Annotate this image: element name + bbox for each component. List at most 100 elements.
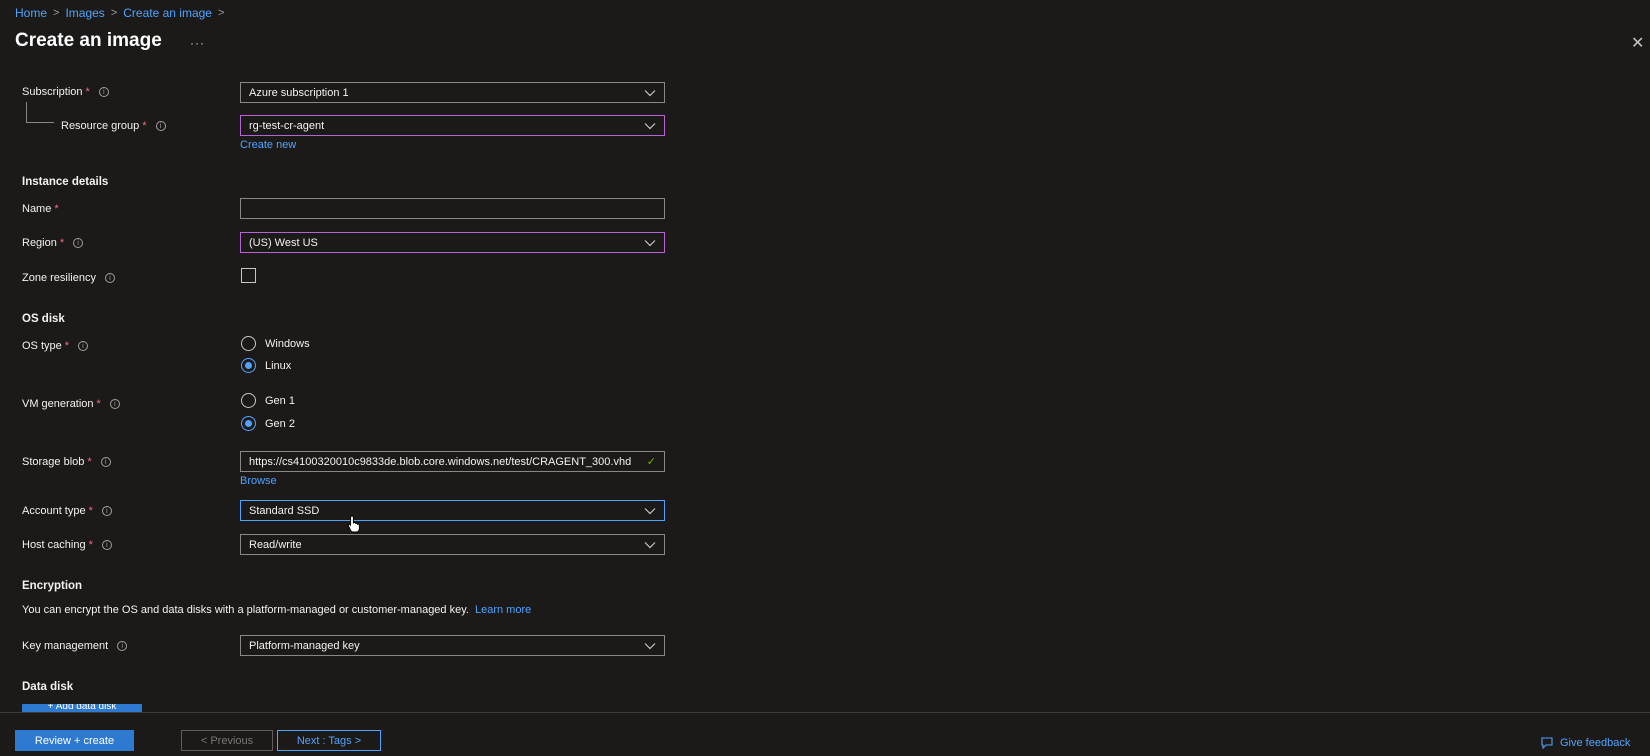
info-icon[interactable]: i bbox=[73, 238, 84, 248]
resource-group-label: Resource group * i bbox=[61, 120, 166, 132]
account-type-value: Standard SSD bbox=[249, 504, 320, 517]
info-icon[interactable]: i bbox=[101, 506, 112, 516]
info-icon[interactable]: i bbox=[117, 641, 128, 651]
breadcrumb-home[interactable]: Home bbox=[15, 6, 47, 20]
required-marker: * bbox=[64, 340, 70, 352]
review-create-button[interactable]: Review + create bbox=[15, 730, 134, 751]
subscription-label: Subscription * i bbox=[22, 86, 109, 98]
key-management-dropdown[interactable]: Platform-managed key bbox=[240, 635, 665, 656]
info-icon[interactable]: i bbox=[98, 87, 109, 97]
zone-resiliency-label: Zone resiliency i bbox=[22, 272, 115, 284]
region-dropdown[interactable]: (US) West US bbox=[240, 232, 665, 253]
previous-button[interactable]: < Previous bbox=[181, 730, 273, 751]
required-marker: * bbox=[88, 539, 93, 551]
storage-blob-input[interactable]: https://cs4100320010c9833de.blob.core.wi… bbox=[240, 451, 665, 472]
info-icon[interactable]: i bbox=[101, 540, 112, 550]
give-feedback-link[interactable]: Give feedback bbox=[1540, 737, 1630, 749]
encryption-description-text: You can encrypt the OS and data disks wi… bbox=[22, 604, 469, 616]
vm-gen2-radio[interactable]: Gen 2 bbox=[241, 416, 295, 431]
name-label: Name * bbox=[22, 203, 59, 215]
subscription-label-text: Subscription bbox=[22, 86, 83, 98]
info-icon[interactable]: i bbox=[78, 341, 89, 351]
radio-circle-selected[interactable] bbox=[241, 358, 256, 373]
more-options-icon[interactable]: ··· bbox=[190, 36, 205, 50]
radio-label: Windows bbox=[265, 337, 310, 350]
info-icon[interactable]: i bbox=[100, 457, 111, 467]
name-input[interactable] bbox=[240, 198, 665, 219]
key-management-label-text: Key management bbox=[22, 640, 109, 652]
chevron-down-icon bbox=[644, 640, 656, 652]
browse-link[interactable]: Browse bbox=[240, 475, 277, 487]
required-marker: * bbox=[88, 505, 93, 517]
checkmark-icon: ✓ bbox=[646, 456, 656, 468]
create-new-link[interactable]: Create new bbox=[240, 139, 296, 151]
feedback-icon bbox=[1541, 737, 1553, 749]
name-label-text: Name bbox=[22, 203, 52, 215]
os-type-label-text: OS type bbox=[22, 340, 62, 352]
info-icon[interactable]: i bbox=[155, 121, 166, 131]
chevron-down-icon bbox=[644, 120, 656, 132]
region-label: Region * i bbox=[22, 237, 84, 249]
radio-circle-selected[interactable] bbox=[241, 416, 256, 431]
tree-connector-line bbox=[26, 102, 54, 123]
host-caching-label-text: Host caching bbox=[22, 539, 86, 551]
required-marker: * bbox=[54, 203, 59, 215]
radio-label: Linux bbox=[265, 359, 292, 372]
chevron-down-icon bbox=[644, 539, 656, 551]
resource-group-label-text: Resource group bbox=[61, 120, 140, 132]
chevron-down-icon bbox=[644, 505, 656, 517]
os-type-linux-radio[interactable]: Linux bbox=[241, 358, 291, 373]
vm-generation-label-text: VM generation bbox=[22, 398, 94, 410]
chevron-down-icon bbox=[644, 87, 656, 99]
required-marker: * bbox=[142, 120, 147, 132]
close-icon[interactable]: ✕ bbox=[1631, 33, 1644, 53]
storage-blob-label-text: Storage blob bbox=[22, 456, 85, 468]
chevron-right-icon: > bbox=[110, 7, 118, 19]
chevron-down-icon bbox=[644, 237, 656, 249]
zone-resiliency-checkbox[interactable] bbox=[241, 268, 256, 283]
region-value: (US) West US bbox=[249, 236, 318, 249]
vm-generation-label: VM generation * i bbox=[22, 398, 120, 410]
account-type-dropdown[interactable]: Standard SSD bbox=[240, 500, 665, 521]
host-caching-value: Read/write bbox=[249, 538, 302, 551]
vm-gen1-radio[interactable]: Gen 1 bbox=[241, 393, 295, 408]
os-type-label: OS type * i bbox=[22, 340, 89, 352]
os-type-windows-radio[interactable]: Windows bbox=[241, 336, 310, 351]
os-disk-heading: OS disk bbox=[22, 313, 65, 325]
region-label-text: Region bbox=[22, 237, 57, 249]
required-marker: * bbox=[87, 456, 92, 468]
instance-details-heading: Instance details bbox=[22, 176, 109, 188]
encryption-heading: Encryption bbox=[22, 580, 83, 592]
required-marker: * bbox=[96, 398, 101, 410]
data-disk-heading: Data disk bbox=[22, 681, 74, 693]
radio-circle[interactable] bbox=[241, 336, 256, 351]
storage-blob-value: https://cs4100320010c9833de.blob.core.wi… bbox=[249, 455, 632, 468]
required-marker: * bbox=[85, 86, 90, 98]
key-management-value: Platform-managed key bbox=[249, 639, 360, 652]
required-marker: * bbox=[59, 237, 65, 249]
give-feedback-text: Give feedback bbox=[1560, 737, 1631, 749]
zone-resiliency-label-text: Zone resiliency bbox=[22, 272, 96, 284]
learn-more-link[interactable]: Learn more bbox=[475, 604, 531, 616]
breadcrumb-current[interactable]: Create an image bbox=[123, 6, 212, 20]
info-icon[interactable]: i bbox=[109, 399, 120, 409]
chevron-right-icon: > bbox=[53, 7, 60, 19]
hand-cursor-icon bbox=[347, 515, 361, 536]
host-caching-dropdown[interactable]: Read/write bbox=[240, 534, 665, 555]
radio-label: Gen 1 bbox=[265, 394, 295, 407]
info-icon[interactable]: i bbox=[104, 273, 115, 283]
resource-group-dropdown[interactable]: rg-test-cr-agent bbox=[240, 115, 665, 136]
subscription-value: Azure subscription 1 bbox=[249, 86, 349, 99]
subscription-dropdown[interactable]: Azure subscription 1 bbox=[240, 82, 665, 103]
radio-circle[interactable] bbox=[241, 393, 256, 408]
key-management-label: Key management i bbox=[22, 640, 128, 652]
breadcrumb-images[interactable]: Images bbox=[65, 6, 104, 20]
account-type-label: Account type * i bbox=[22, 505, 112, 517]
next-tags-button[interactable]: Next : Tags > bbox=[277, 730, 381, 751]
encryption-description: You can encrypt the OS and data disks wi… bbox=[22, 604, 531, 616]
host-caching-label: Host caching * i bbox=[22, 539, 112, 551]
storage-blob-label: Storage blob * i bbox=[22, 456, 111, 468]
resource-group-value: rg-test-cr-agent bbox=[249, 119, 325, 132]
radio-label: Gen 2 bbox=[265, 417, 295, 430]
account-type-label-text: Account type bbox=[22, 505, 86, 517]
